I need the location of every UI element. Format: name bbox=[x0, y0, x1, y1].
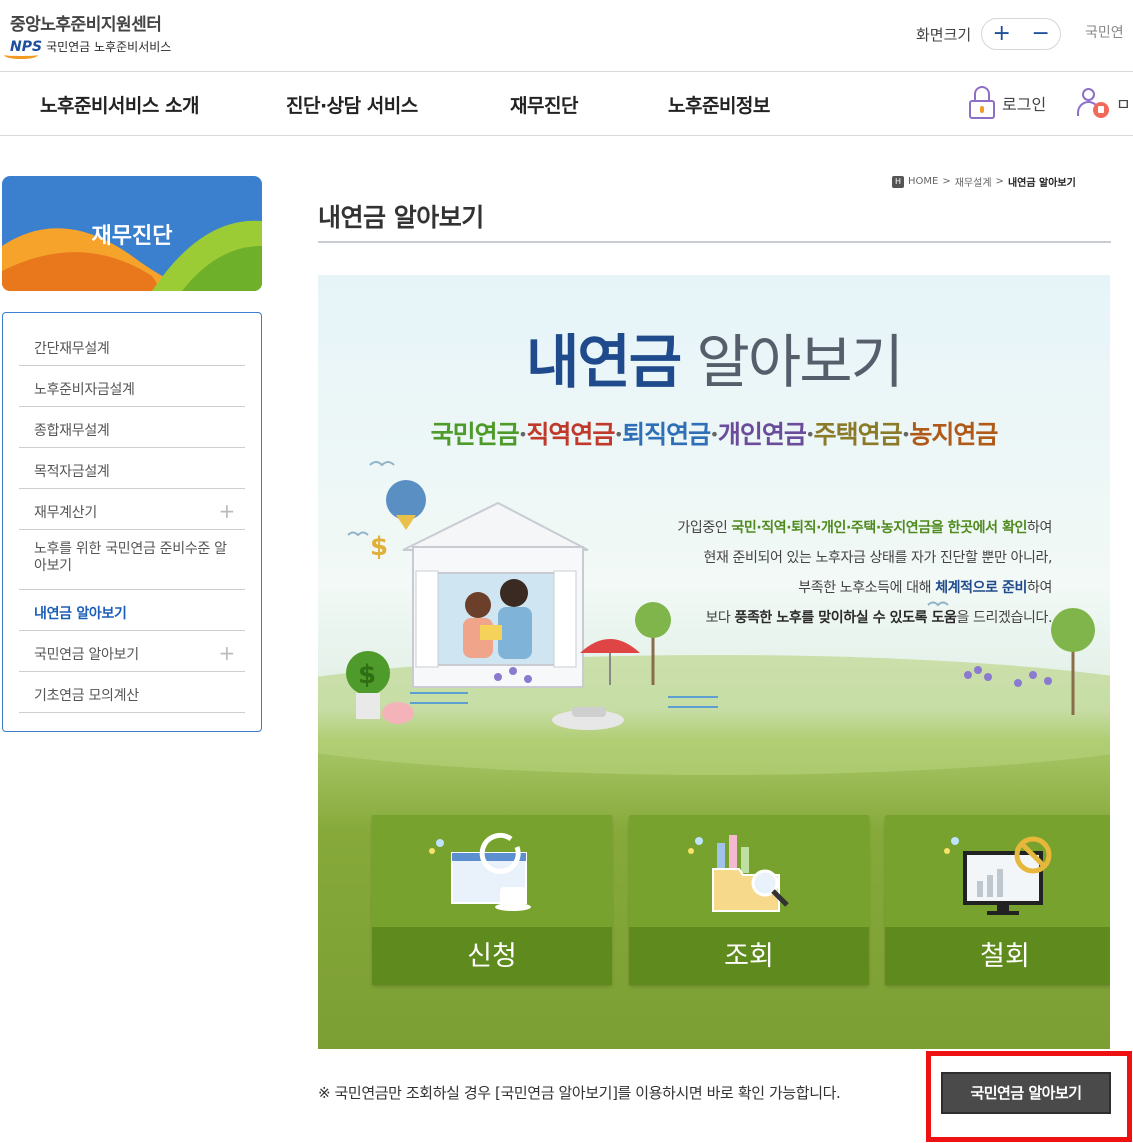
nav-item-retirement-info[interactable]: 노후준비정보 bbox=[668, 91, 770, 118]
pension-label: 퇴직연금 bbox=[622, 420, 711, 449]
breadcrumb-parent[interactable]: 재무설계 bbox=[955, 174, 992, 189]
apply-label: 신청 bbox=[467, 941, 517, 972]
hero-banner: $ $ 내연금 알아보기 국민연금·직역연금·퇴직연금·개인연금·주택연금·농지… bbox=[318, 275, 1110, 1049]
sidebar-menu: 간단재무설계 노후준비자금설계 종합재무설계 목적자금설계 재무계산기 + 노후를… bbox=[2, 312, 262, 732]
pension-label: 주택연금 bbox=[813, 420, 903, 449]
svg-text:$: $ bbox=[370, 532, 388, 562]
sidebar-item-calculator[interactable]: 재무계산기 + bbox=[19, 489, 245, 530]
lock-icon bbox=[968, 86, 996, 120]
breadcrumb-current: 내연금 알아보기 bbox=[1007, 178, 1076, 189]
breadcrumb: H HOME > 재무설계 > 내연금 알아보기 bbox=[892, 174, 1076, 189]
monitor-cancel-icon bbox=[944, 836, 1052, 915]
nav-item-diagnosis-consult[interactable]: 진단·상담 서비스 bbox=[286, 91, 418, 118]
login-label: 로그인 bbox=[1002, 95, 1047, 114]
nps-site-link[interactable]: 국민연 bbox=[1085, 22, 1124, 42]
logo-subtitle: 국민연금 노후준비서비스 bbox=[46, 40, 172, 54]
pension-label: 농지연금 bbox=[909, 420, 998, 449]
home-icon[interactable]: H bbox=[892, 175, 904, 188]
expand-plus-icon[interactable]: + bbox=[219, 499, 236, 523]
inquiry-label: 조회 bbox=[724, 941, 774, 972]
banner-description: 가입중인 국민·직역·퇴직·개인·주택·농지연금을 한곳에서 확인하여 현재 준… bbox=[677, 520, 1052, 626]
page-title: 내연금 알아보기 bbox=[318, 203, 484, 232]
pension-label: 직역연금 bbox=[526, 420, 615, 449]
withdraw-tile[interactable]: 철회 bbox=[885, 815, 1110, 985]
sidebar-item-comprehensive-plan[interactable]: 종합재무설계 bbox=[19, 407, 245, 448]
font-size-stepper: + − bbox=[981, 18, 1062, 50]
font-decrease-button[interactable]: − bbox=[1031, 23, 1049, 45]
sidebar-title: 재무진단 bbox=[91, 224, 173, 249]
sidebar-header: 재무진단 bbox=[2, 176, 262, 291]
mypage-link[interactable]: ㅁ bbox=[1076, 86, 1131, 120]
sidebar-item-basic-pension-calc[interactable]: 기초연금 모의계산 bbox=[19, 672, 245, 713]
nav-item-service-intro[interactable]: 노후준비서비스 소개 bbox=[40, 91, 199, 118]
expand-plus-icon[interactable]: + bbox=[219, 641, 236, 665]
sidebar-item-goal-fund-plan[interactable]: 목적자금설계 bbox=[19, 448, 245, 489]
svg-text:$: $ bbox=[358, 660, 376, 690]
site-logo[interactable]: 중앙노후준비지원센터 NPS 국민연금 노후준비서비스 bbox=[4, 10, 172, 59]
window-coffee-icon bbox=[429, 832, 531, 911]
top-bar: 중앙노후준비지원센터 NPS 국민연금 노후준비서비스 화면크기 + − 국민연 bbox=[0, 0, 1133, 72]
action-tiles: 신청 조회 철회 bbox=[372, 815, 1110, 985]
main-nav: 노후준비서비스 소개 진단·상담 서비스 재무진단 노후준비정보 로그인 ㅁ bbox=[0, 72, 1133, 136]
nps-logo-mark: NPS bbox=[4, 39, 42, 59]
sidebar-item-retirement-fund-plan[interactable]: 노후준비자금설계 bbox=[19, 366, 245, 407]
folder-magnifier-icon bbox=[688, 835, 789, 912]
withdraw-label: 철회 bbox=[980, 941, 1030, 972]
sidebar-item-my-pension[interactable]: 내연금 알아보기 bbox=[19, 590, 245, 631]
pension-label: 국민연금 bbox=[430, 420, 520, 449]
pension-label: 개인연금 bbox=[717, 420, 807, 449]
user-lock-icon bbox=[1076, 86, 1110, 120]
sidebar-item-simple-plan[interactable]: 간단재무설계 bbox=[19, 325, 245, 366]
font-increase-button[interactable]: + bbox=[992, 23, 1010, 45]
sidebar-item-pension-readiness[interactable]: 노후를 위한 국민연금 준비수준 알아보기 bbox=[19, 530, 245, 590]
breadcrumb-home[interactable]: HOME bbox=[908, 176, 938, 187]
sidebar-item-national-pension[interactable]: 국민연금 알아보기 + bbox=[19, 631, 245, 672]
font-size-control: 화면크기 + − bbox=[916, 18, 1062, 50]
banner-title: 내연금 알아보기 bbox=[526, 328, 904, 396]
inquiry-tile[interactable]: 조회 bbox=[629, 815, 869, 985]
login-link[interactable]: 로그인 bbox=[968, 86, 1046, 120]
logo-title: 중앙노후준비지원센터 bbox=[10, 15, 162, 35]
font-size-label: 화면크기 bbox=[916, 25, 972, 44]
pension-type-list: 국민연금·직역연금·퇴직연금·개인연금·주택연금·농지연금 bbox=[430, 420, 999, 449]
apply-tile[interactable]: 신청 bbox=[372, 815, 612, 985]
notice-text: ※ 국민연금만 조회하실 경우 [국민연금 알아보기]를 이용하시면 바로 확인… bbox=[318, 1084, 841, 1102]
mypage-label: ㅁ bbox=[1116, 95, 1131, 114]
national-pension-lookup-button[interactable]: 국민연금 알아보기 bbox=[941, 1072, 1111, 1114]
nav-item-financial-diagnosis[interactable]: 재무진단 bbox=[510, 91, 578, 118]
title-divider bbox=[318, 241, 1111, 243]
